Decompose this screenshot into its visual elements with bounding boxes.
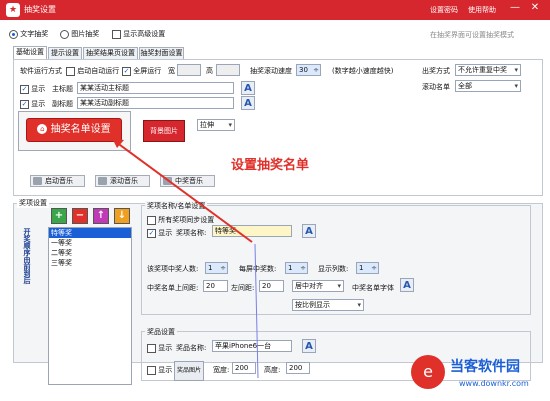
annotation-arrow bbox=[112, 138, 259, 379]
brand-name: 当客软件园 bbox=[450, 359, 520, 375]
brand-logo-icon: e bbox=[411, 355, 445, 389]
brand-url: www.downkr.com bbox=[459, 379, 529, 388]
